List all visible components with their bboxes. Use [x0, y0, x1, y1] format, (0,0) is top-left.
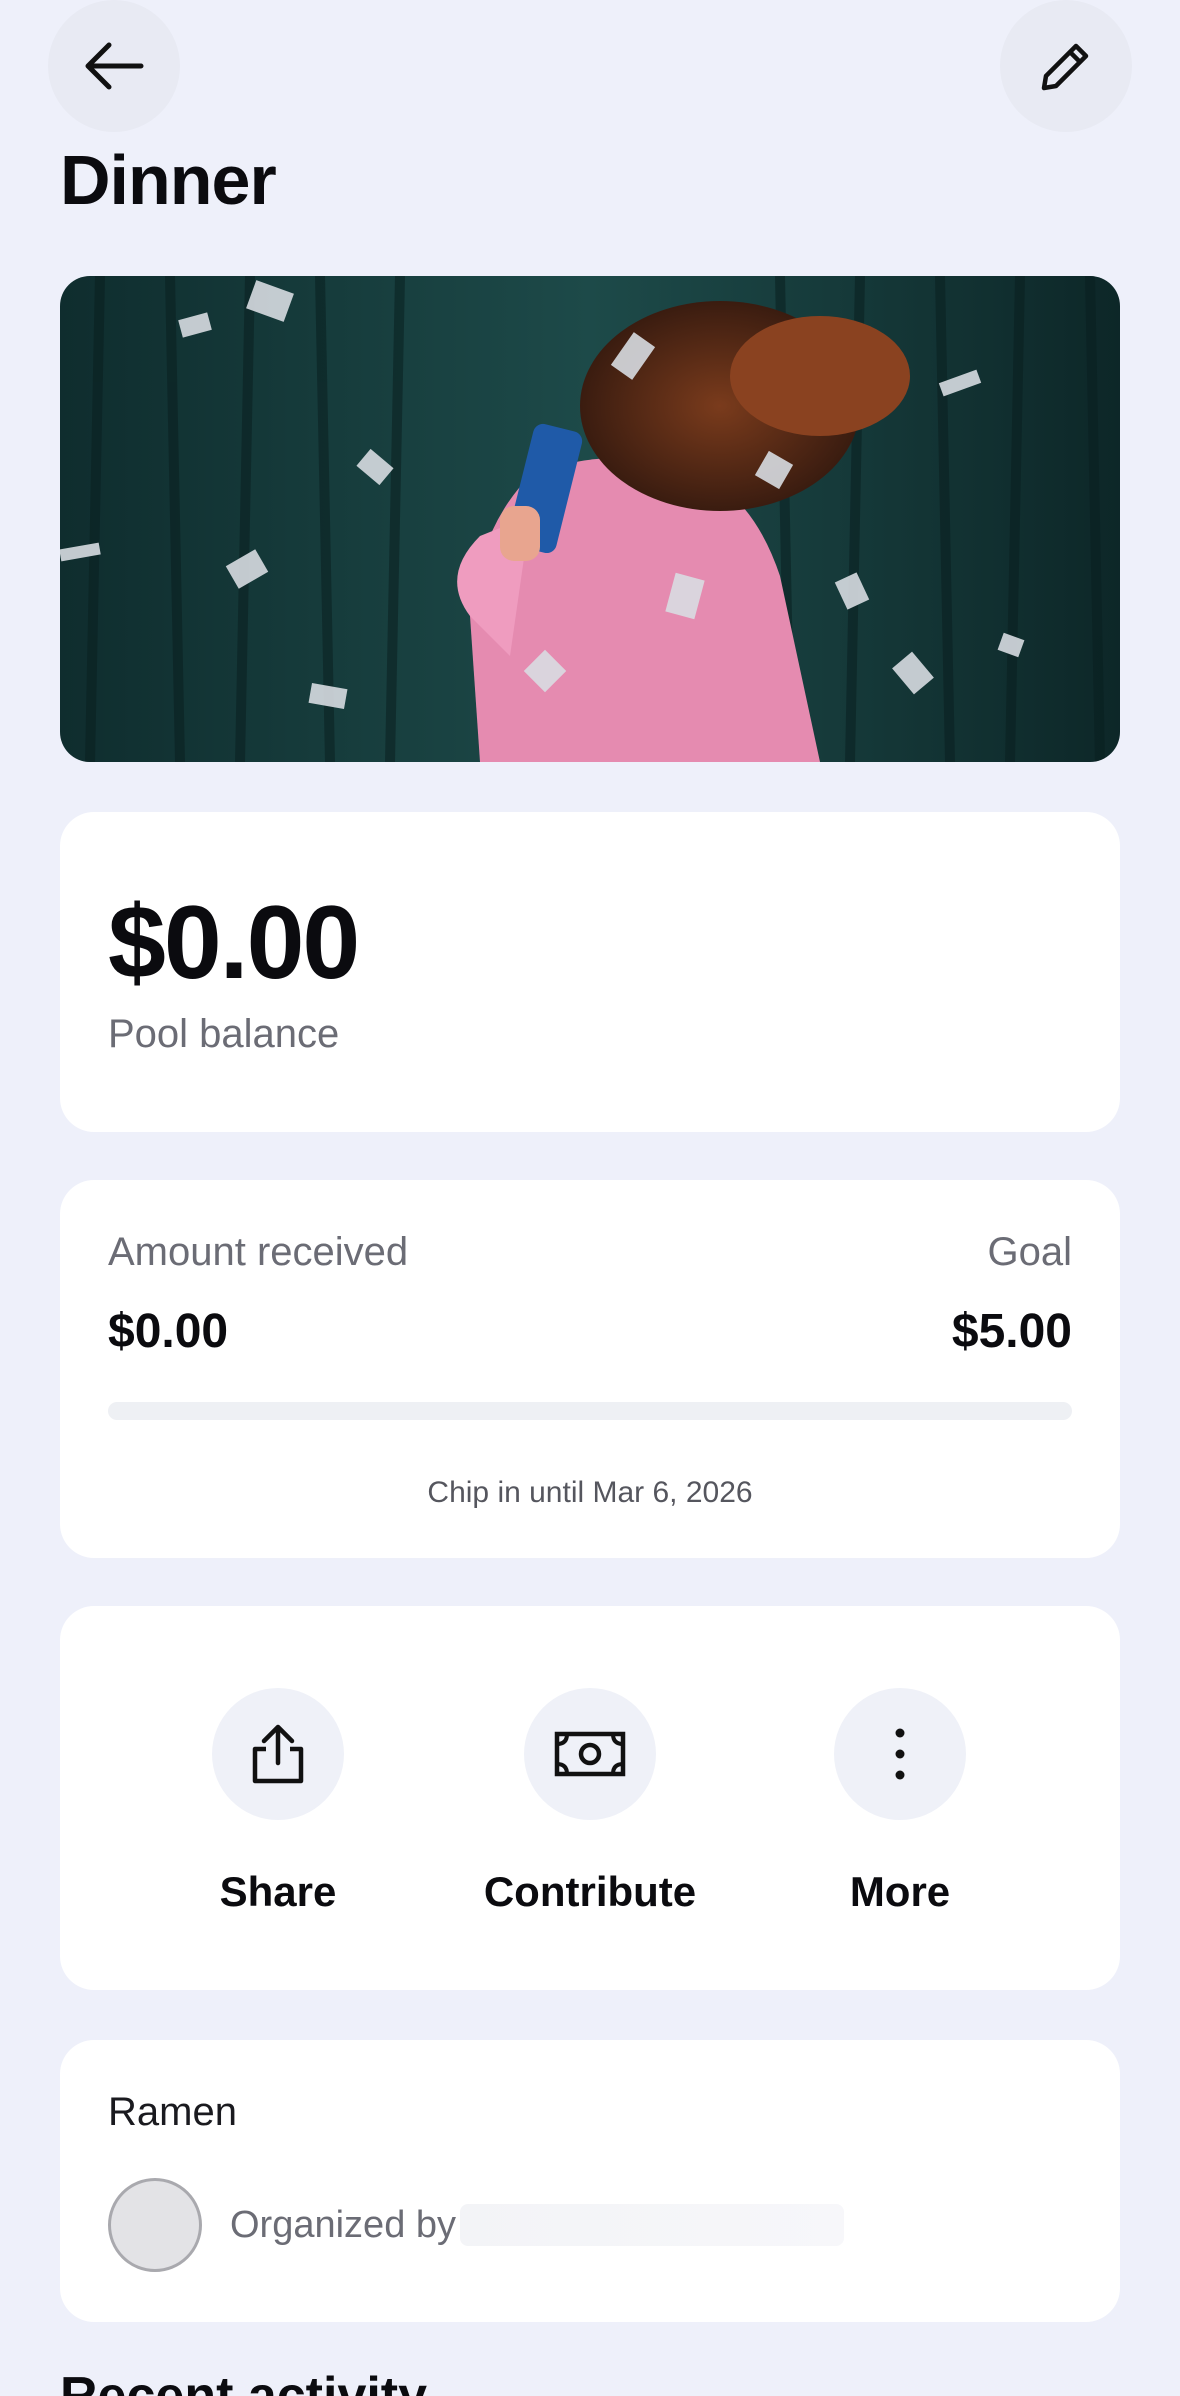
share-label: Share: [219, 1868, 337, 1915]
more-button[interactable]: More: [750, 1688, 1050, 1916]
goal-label: Goal: [987, 1230, 1073, 1274]
pool-balance-amount: $0.00: [108, 885, 360, 1001]
balance-card: $0.00 Pool balance: [60, 812, 1120, 1132]
goal-card: Amount received Goal $0.00 $5.00 Chip in…: [60, 1180, 1120, 1558]
contribute-button[interactable]: Contribute: [440, 1688, 740, 1916]
arrow-left-icon: [85, 42, 144, 90]
pool-name: Ramen: [108, 2090, 237, 2134]
organizer-avatar: [108, 2178, 202, 2272]
more-vertical-icon: [895, 1728, 905, 1780]
goal-progress-bar: [108, 1402, 1072, 1420]
organizer-name-redacted: [460, 2204, 844, 2246]
share-button[interactable]: Share: [128, 1688, 428, 1916]
actions-card: Share Contribute More: [60, 1606, 1120, 1990]
share-icon: [252, 1724, 304, 1784]
contribute-icon-circle[interactable]: [524, 1688, 656, 1820]
cash-icon: [554, 1731, 626, 1777]
back-button[interactable]: [48, 0, 180, 132]
organized-by-label: Organized by: [230, 2204, 457, 2246]
contribution-deadline: Chip in until Mar 6, 2026: [427, 1476, 753, 1509]
contribute-label: Contribute: [483, 1868, 697, 1915]
amount-received-label: Amount received: [108, 1230, 409, 1274]
pencil-icon: [1041, 43, 1089, 91]
edit-button[interactable]: [1000, 0, 1132, 132]
goal-value: $5.00: [951, 1305, 1072, 1358]
pool-balance-label: Pool balance: [108, 1012, 340, 1056]
share-icon-circle[interactable]: [212, 1688, 344, 1820]
page-title: Dinner: [60, 141, 277, 219]
amount-received-value: $0.00: [108, 1305, 229, 1358]
pool-cover-image: [60, 276, 1120, 762]
recent-activity-heading: Recent activity: [60, 2367, 428, 2396]
pool-info-card: Ramen Organized by: [60, 2040, 1120, 2322]
more-icon-circle[interactable]: [834, 1688, 966, 1820]
more-label: More: [849, 1868, 951, 1915]
